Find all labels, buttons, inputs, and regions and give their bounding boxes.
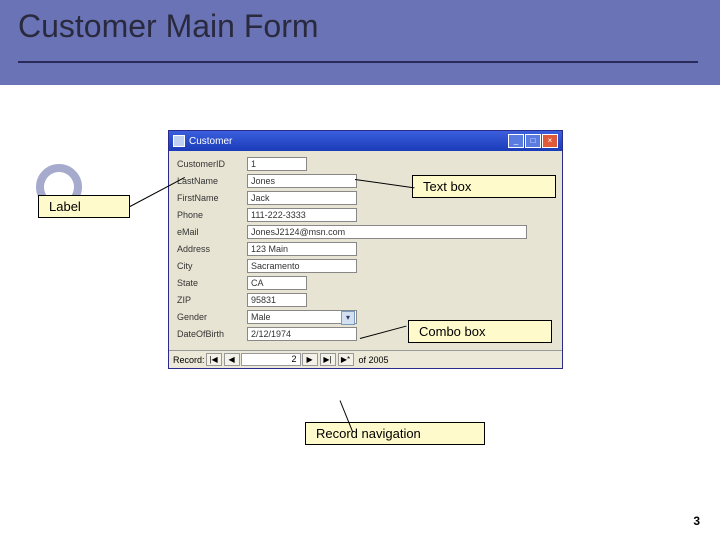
field-label: DateOfBirth [177,329,247,339]
field-label: eMail [177,227,247,237]
record-navigation: Record: |◀ ◀ 2 ▶ ▶| ▶* of 2005 [169,350,562,368]
nav-current-field[interactable]: 2 [241,353,301,366]
field-textbox[interactable]: 95831 [247,293,307,307]
field-textbox[interactable]: JonesJ2124@msn.com [247,225,527,239]
field-textbox[interactable]: 2/12/1974 [247,327,357,341]
nav-new-button[interactable]: ▶* [338,353,354,366]
minimize-button[interactable]: _ [508,134,524,148]
field-textbox[interactable]: 1 [247,157,307,171]
nav-last-button[interactable]: ▶| [320,353,336,366]
field-label: State [177,278,247,288]
nav-next-button[interactable]: ▶ [302,353,318,366]
field-label: FirstName [177,193,247,203]
field-combo[interactable]: Male [247,310,357,324]
form-row: CitySacramento [177,259,554,273]
form-row: CustomerID1 [177,157,554,171]
field-label: Gender [177,312,247,322]
window-titlebar: Customer _ □ × [169,131,562,151]
field-textbox[interactable]: Jones [247,174,357,188]
field-textbox[interactable]: CA [247,276,307,290]
page-number: 3 [693,514,700,528]
field-label: ZIP [177,295,247,305]
window-title: Customer [189,136,508,147]
nav-prev-button[interactable]: ◀ [224,353,240,366]
record-label: Record: [173,355,205,365]
field-label: City [177,261,247,271]
callout-recnav: Record navigation [305,422,485,445]
field-textbox[interactable]: Sacramento [247,259,357,273]
field-textbox[interactable]: 111-222-3333 [247,208,357,222]
callout-textbox: Text box [412,175,556,198]
field-label: Address [177,244,247,254]
form-row: Phone111-222-3333 [177,208,554,222]
field-textbox[interactable]: 123 Main [247,242,357,256]
form-row: eMailJonesJ2124@msn.com [177,225,554,239]
slide-title: Customer Main Form [18,8,319,45]
callout-label: Label [38,195,130,218]
nav-first-button[interactable]: |◀ [206,353,222,366]
slide-title-bar: Customer Main Form [0,0,720,85]
nav-total: of 2005 [359,355,389,365]
form-row: ZIP95831 [177,293,554,307]
form-row: Address123 Main [177,242,554,256]
window-icon [173,135,185,147]
field-label: Phone [177,210,247,220]
field-textbox[interactable]: Jack [247,191,357,205]
maximize-button[interactable]: □ [525,134,541,148]
field-label: LastName [177,176,247,186]
close-button[interactable]: × [542,134,558,148]
callout-combo: Combo box [408,320,552,343]
field-label: CustomerID [177,159,247,169]
form-row: StateCA [177,276,554,290]
window-buttons: _ □ × [508,134,558,148]
title-underline [18,61,698,63]
